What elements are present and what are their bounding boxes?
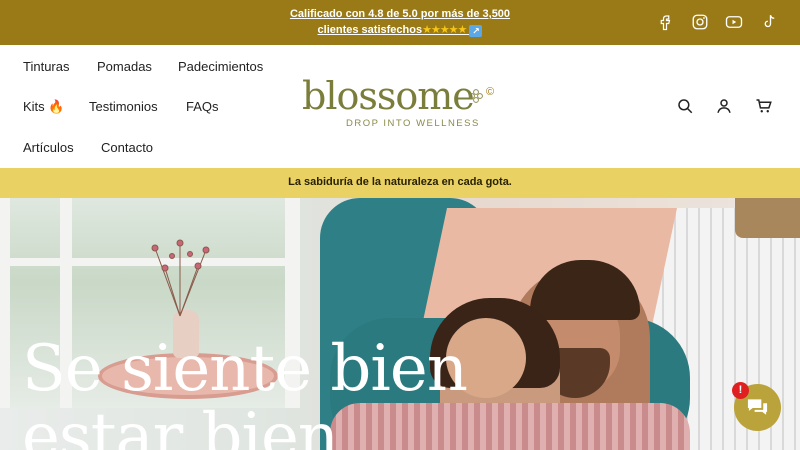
facebook-icon[interactable]: [656, 13, 674, 31]
nav-item-testimonios[interactable]: Testimonios: [89, 99, 158, 114]
nav-item-pomadas[interactable]: Pomadas: [97, 59, 152, 74]
external-arrow-icon: ↗: [469, 25, 483, 37]
chat-notification-badge: !: [732, 382, 749, 399]
rating-announcement[interactable]: Calificado con 4.8 de 5.0 por más de 3,5…: [270, 6, 530, 38]
tagline-text: La sabiduría de la naturaleza en cada go…: [288, 176, 512, 188]
nav-item-tinturas[interactable]: Tinturas: [23, 59, 69, 74]
flower-icon: [469, 89, 483, 103]
hero-basket: [735, 198, 800, 238]
nav-item-articulos[interactable]: Artículos: [23, 140, 74, 155]
logo-wordmark: blossome: [302, 74, 475, 118]
search-icon[interactable]: [676, 97, 694, 115]
hero-title: Se siente bien estar bien: [22, 332, 468, 450]
youtube-icon[interactable]: [725, 13, 743, 31]
announcement-bar: Calificado con 4.8 de 5.0 por más de 3,5…: [0, 0, 800, 45]
brand-logo[interactable]: blossome © DROP INTO WELLNESS: [300, 74, 500, 134]
account-icon[interactable]: [715, 97, 733, 115]
nav-item-padecimientos[interactable]: Padecimientos: [178, 59, 263, 74]
announcement-line2: clientes satisfechos: [317, 24, 423, 36]
announcement-line1: Calificado con 4.8 de 5.0 por más de 3,5…: [289, 8, 511, 20]
copyright-mark: ©: [486, 86, 495, 98]
nav-item-contacto[interactable]: Contacto: [101, 140, 153, 155]
tiktok-icon[interactable]: [760, 13, 778, 31]
chat-icon: [747, 399, 768, 415]
star-rating: ★★★★★: [422, 24, 467, 36]
nav-item-kits[interactable]: Kits 🔥: [23, 99, 64, 115]
cart-icon[interactable]: [755, 97, 773, 115]
logo-tagline: DROP INTO WELLNESS: [346, 118, 480, 129]
nav-item-faqs[interactable]: FAQs: [186, 99, 219, 114]
site-header: Tinturas Pomadas Padecimientos Kits 🔥 Te…: [0, 45, 800, 168]
hero-banner: Se siente bien estar bien: [0, 198, 800, 450]
hero-dried-flowers: [151, 239, 210, 317]
instagram-icon[interactable]: [691, 13, 709, 31]
tagline-strip: La sabiduría de la naturaleza en cada go…: [0, 168, 800, 198]
